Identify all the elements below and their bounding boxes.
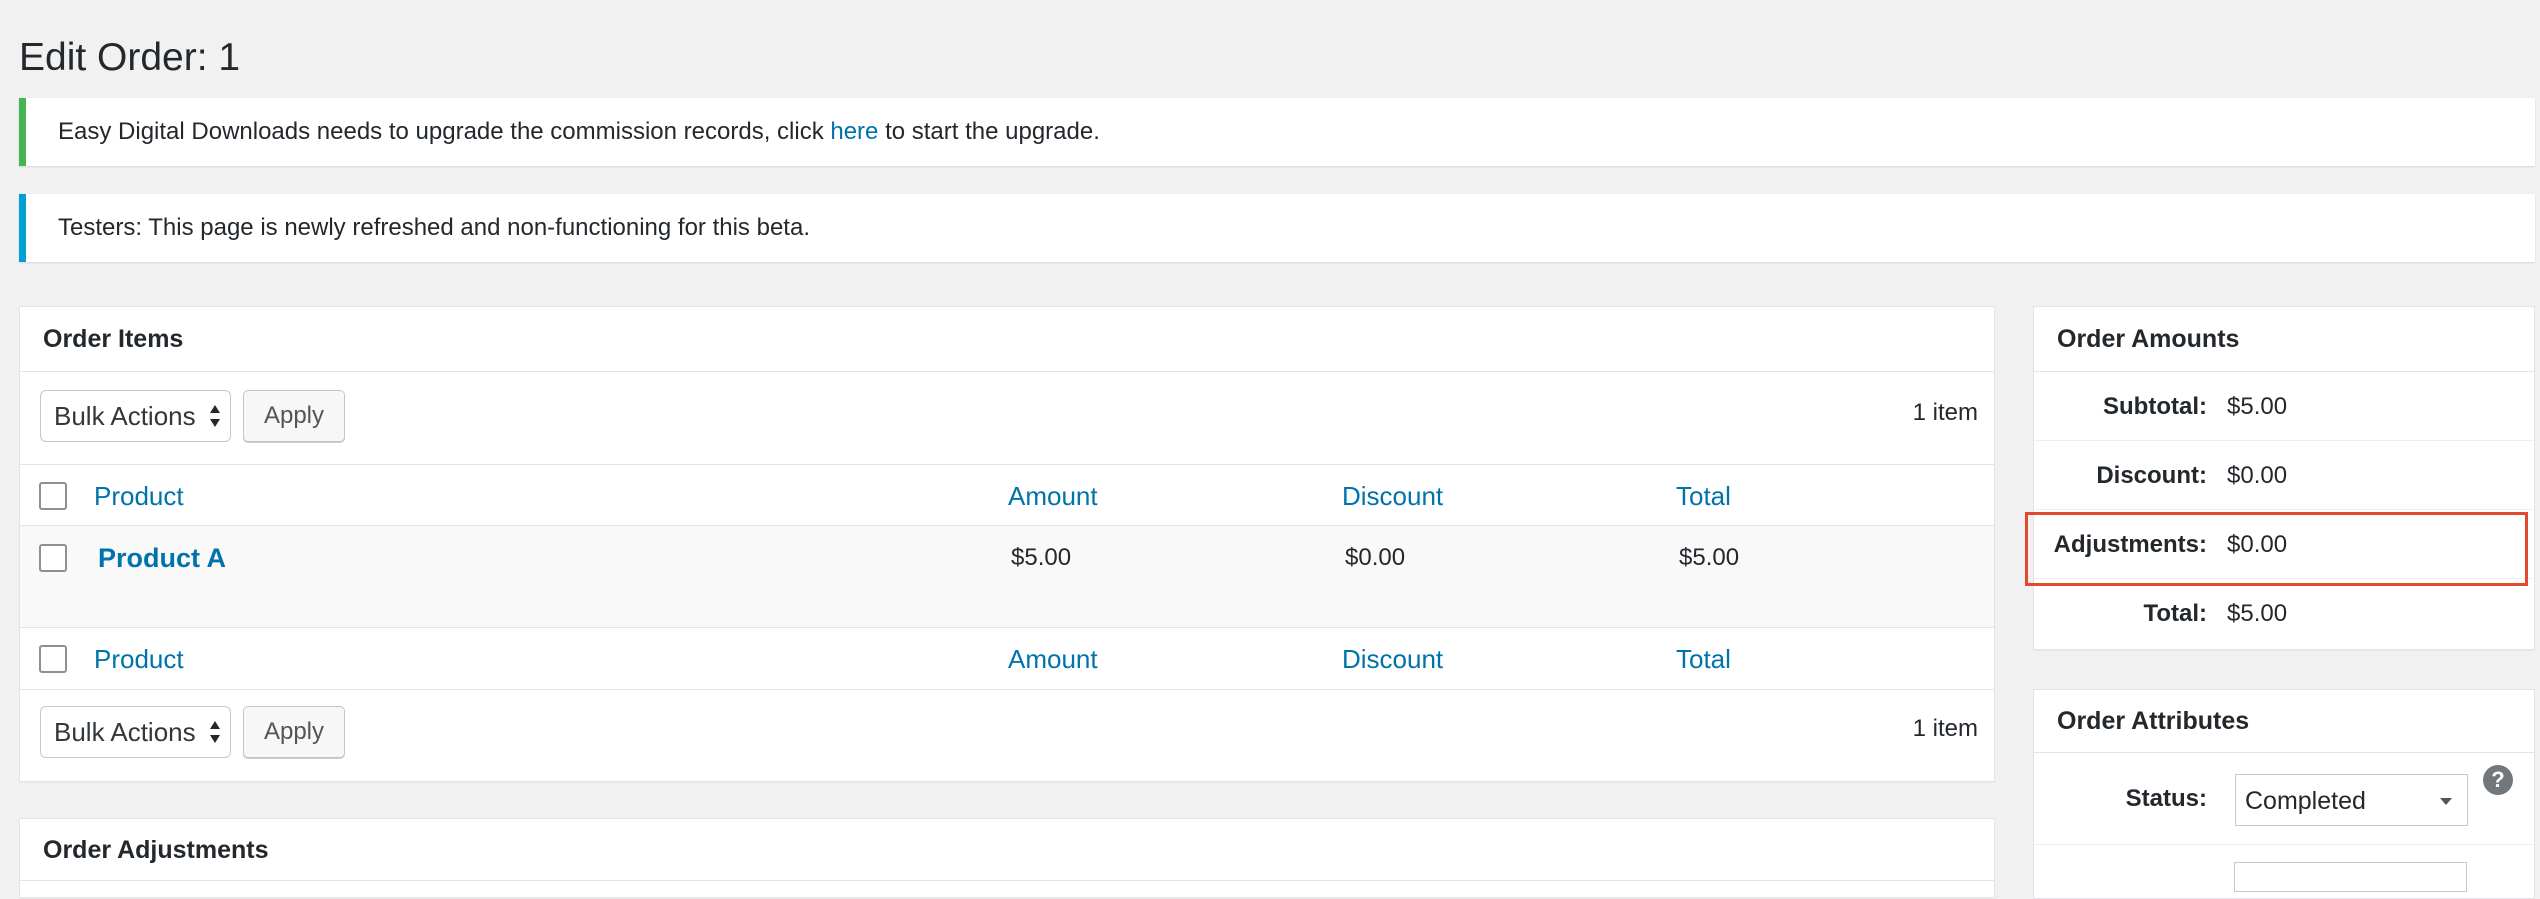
row-amount: $5.00 <box>1011 544 1072 571</box>
table-row: Product A $5.00 $0.00 $5.00 <box>20 526 1994 628</box>
row-checkbox[interactable] <box>39 544 67 572</box>
items-count-top: 1 item <box>1912 399 1978 426</box>
beta-notice-text: Testers: This page is newly refreshed an… <box>58 214 810 241</box>
discount-value: $0.00 <box>2227 462 2288 489</box>
upgrade-here-link[interactable]: here <box>830 118 878 145</box>
order-items-box: Order Items Bulk Actions Apply 1 item Pr… <box>19 306 1995 782</box>
subtotal-label: Subtotal: <box>2103 393 2207 420</box>
order-attributes-title: Order Attributes <box>2034 690 2534 753</box>
help-icon[interactable]: ? <box>2483 765 2513 795</box>
bulk-actions-label: Bulk Actions <box>54 401 196 431</box>
select-arrows-icon <box>210 403 220 429</box>
next-attribute-select[interactable] <box>2234 862 2467 892</box>
order-amounts-box: Order Amounts Subtotal: $5.00 Discount: … <box>2033 306 2535 650</box>
status-label: Status: <box>2125 785 2207 812</box>
column-discount-footer[interactable]: Discount <box>1342 628 1443 690</box>
select-all-checkbox[interactable] <box>39 482 67 510</box>
table-header-row: Product Amount Discount Total <box>20 464 1994 526</box>
select-all-checkbox-footer[interactable] <box>39 645 67 673</box>
column-discount[interactable]: Discount <box>1342 465 1443 527</box>
product-link[interactable]: Product A <box>98 544 226 572</box>
select-arrows-icon <box>210 719 220 745</box>
tablenav-bottom: Bulk Actions Apply 1 item <box>20 690 1994 778</box>
adjustments-highlight <box>2025 512 2528 586</box>
subtotal-value: $5.00 <box>2227 393 2288 420</box>
total-value: $5.00 <box>2227 600 2288 627</box>
column-amount-footer[interactable]: Amount <box>1008 628 1098 690</box>
order-adjustments-box: Order Adjustments <box>19 818 1995 898</box>
status-row: Status: Completed ? <box>2034 753 2534 845</box>
row-total: $5.00 <box>1679 544 1740 571</box>
apply-button-top[interactable]: Apply <box>243 390 345 442</box>
total-row: Total: $5.00 <box>2034 579 2534 648</box>
apply-button-bottom[interactable]: Apply <box>243 706 345 758</box>
order-items-title: Order Items <box>20 307 1994 372</box>
upgrade-notice-text: Easy Digital Downloads needs to upgrade … <box>58 118 831 145</box>
discount-label: Discount: <box>2096 462 2207 489</box>
bulk-actions-select-top[interactable]: Bulk Actions <box>40 390 231 442</box>
order-amounts-title: Order Amounts <box>2034 307 2534 372</box>
table-footer-row: Product Amount Discount Total <box>20 628 1994 690</box>
bulk-actions-select-bottom[interactable]: Bulk Actions <box>40 706 231 758</box>
discount-row: Discount: $0.00 <box>2034 441 2534 510</box>
status-value: Completed <box>2245 787 2366 815</box>
order-adjustments-title: Order Adjustments <box>20 819 1994 881</box>
items-count-bottom: 1 item <box>1912 715 1978 742</box>
column-total-footer[interactable]: Total <box>1676 628 1731 690</box>
column-amount[interactable]: Amount <box>1008 465 1098 527</box>
page-title: Edit Order: 1 <box>19 36 241 79</box>
column-product[interactable]: Product <box>94 465 184 527</box>
beta-notice: Testers: This page is newly refreshed an… <box>19 194 2535 262</box>
status-select[interactable]: Completed <box>2235 774 2468 826</box>
upgrade-notice: Easy Digital Downloads needs to upgrade … <box>19 98 2535 166</box>
chevron-down-icon <box>2440 798 2452 805</box>
column-total[interactable]: Total <box>1676 465 1731 527</box>
bulk-actions-label-bottom: Bulk Actions <box>54 717 196 747</box>
upgrade-notice-text-after: to start the upgrade. <box>878 118 1100 145</box>
tablenav-top: Bulk Actions Apply 1 item <box>20 372 1994 464</box>
total-label: Total: <box>2143 600 2207 627</box>
row-discount: $0.00 <box>1345 544 1406 571</box>
subtotal-row: Subtotal: $5.00 <box>2034 372 2534 441</box>
column-product-footer[interactable]: Product <box>94 628 184 690</box>
